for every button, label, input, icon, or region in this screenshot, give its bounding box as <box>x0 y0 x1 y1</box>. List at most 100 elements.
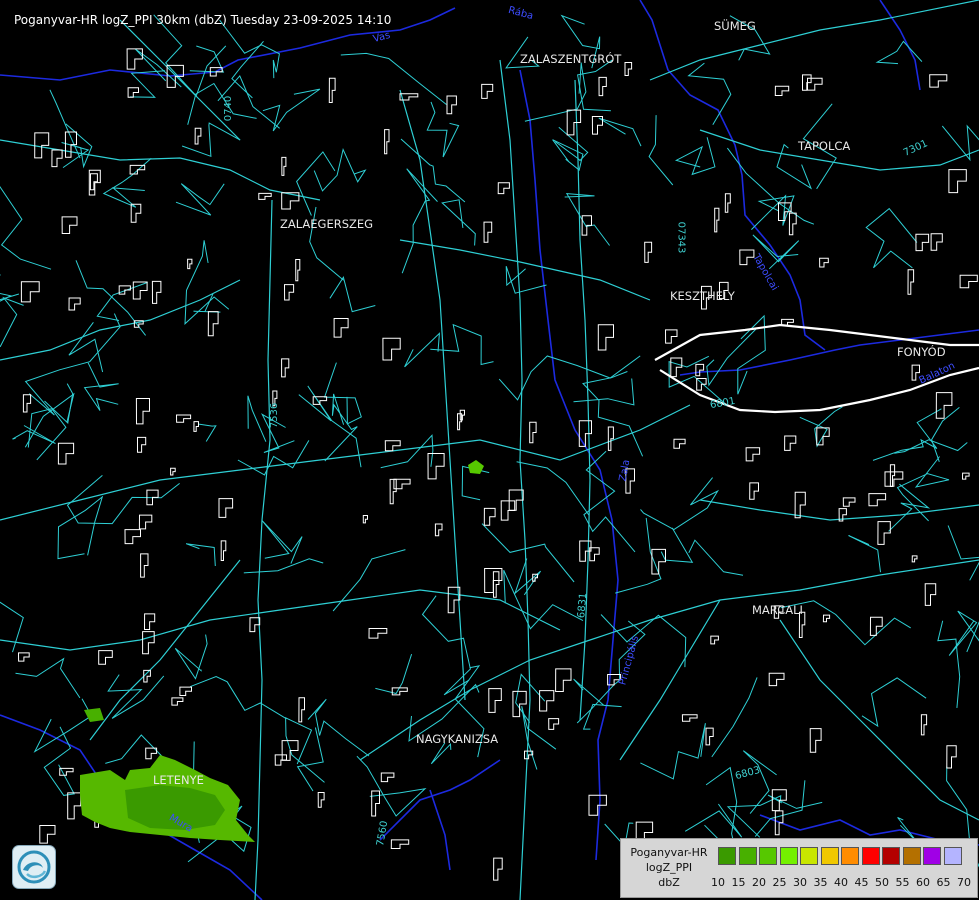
settlement-outline <box>427 453 445 480</box>
road-line <box>937 620 961 708</box>
radar-map-view: { "header": { "title": "Poganyvar-HR log… <box>0 0 979 900</box>
road-line <box>711 677 758 758</box>
road-line <box>499 59 531 900</box>
road-line <box>619 599 721 761</box>
road-line <box>640 723 706 780</box>
road-line <box>237 440 310 476</box>
settlement-outline <box>143 613 156 630</box>
settlement-outline <box>281 156 287 176</box>
town-label-tapolca: TAPOLCA <box>798 139 851 153</box>
settlement-outline <box>68 297 81 311</box>
settlement-outline <box>961 472 970 480</box>
road-line <box>33 698 93 753</box>
road-line <box>254 199 273 900</box>
settlement-outline <box>446 95 457 115</box>
settlement-outline <box>493 857 503 881</box>
legend-swatch <box>841 847 859 865</box>
settlement-outline <box>774 810 784 836</box>
settlement-outline <box>784 435 797 451</box>
settlement-outline <box>664 329 678 344</box>
settlement-outline <box>588 794 607 816</box>
road-line <box>189 675 287 720</box>
legend-swatch <box>943 847 962 865</box>
settlement-outline <box>868 493 887 507</box>
settlement-outline <box>483 221 493 243</box>
settlement-outline <box>644 241 653 263</box>
settlement-outline <box>389 478 397 505</box>
settlement-outline <box>59 767 74 776</box>
town-label-fonyod: FONYÓD <box>897 345 946 359</box>
settlement-outline <box>705 727 714 746</box>
road-line <box>649 0 979 81</box>
settlement-outline <box>492 571 500 598</box>
settlement-outline <box>624 62 633 76</box>
road-line <box>15 657 81 699</box>
road-line <box>598 117 642 147</box>
road-line <box>516 461 590 516</box>
settlement-outline <box>774 85 790 96</box>
road-line <box>57 495 104 560</box>
legend-swatch <box>738 847 757 865</box>
settlement-outline <box>907 269 915 295</box>
road-line <box>577 59 613 112</box>
road-line <box>799 406 843 448</box>
settlement-outline <box>935 392 953 419</box>
town-label-marcali: MARCALI <box>752 603 803 617</box>
settlement-outline <box>512 690 527 718</box>
settlement-outline <box>598 76 607 97</box>
settlement-outline <box>151 280 162 304</box>
legend-title-line1: Poganyvar-HR <box>630 846 708 859</box>
settlement-outline <box>481 83 494 99</box>
road-line <box>404 332 440 368</box>
road-line <box>767 794 823 809</box>
river-line <box>429 789 451 871</box>
road-line <box>726 147 815 225</box>
road-line <box>400 138 466 203</box>
settlement-outline <box>456 413 463 431</box>
settlement-outline <box>714 207 720 233</box>
road-line <box>0 296 24 348</box>
legend-tick-label: 45 <box>854 876 869 889</box>
settlement-outline <box>548 718 560 730</box>
settlement-outline <box>434 523 443 537</box>
legend-tick-label: 25 <box>772 876 787 889</box>
road-line <box>181 122 241 158</box>
road-line <box>582 371 644 457</box>
legend-swatch <box>902 847 921 865</box>
road-line <box>24 392 75 448</box>
legend-swatch <box>820 847 839 865</box>
road-line <box>481 523 575 583</box>
road-line <box>564 193 611 246</box>
road-line <box>648 115 674 186</box>
settlement-outline <box>500 500 516 521</box>
settlement-outline <box>710 635 719 645</box>
road-line <box>430 742 452 765</box>
legend-swatch <box>861 847 880 865</box>
settlement-outline <box>207 311 219 337</box>
settlement-outline <box>220 540 227 561</box>
settlement-outline <box>281 740 299 761</box>
road-line <box>426 101 460 158</box>
road-line <box>640 477 720 531</box>
settlement-boundaries <box>17 48 979 881</box>
road-line <box>329 275 376 313</box>
road-line <box>332 549 406 612</box>
settlement-outline <box>483 507 496 526</box>
settlement-outline <box>930 233 943 251</box>
legend-swatch <box>923 847 941 865</box>
road-line <box>941 124 979 162</box>
settlement-outline <box>179 686 192 696</box>
road-line <box>356 755 427 817</box>
settlement-outline <box>809 728 822 753</box>
road-line <box>399 89 466 701</box>
settlement-outline <box>816 427 830 446</box>
settlement-outline <box>749 482 759 500</box>
settlement-outline <box>681 714 698 722</box>
settlement-outline <box>20 281 40 303</box>
map-canvas <box>0 0 979 900</box>
road-line <box>359 559 979 761</box>
road-line <box>674 137 716 176</box>
settlement-outline <box>946 745 957 769</box>
road-line <box>49 89 81 159</box>
road-line <box>0 274 20 302</box>
